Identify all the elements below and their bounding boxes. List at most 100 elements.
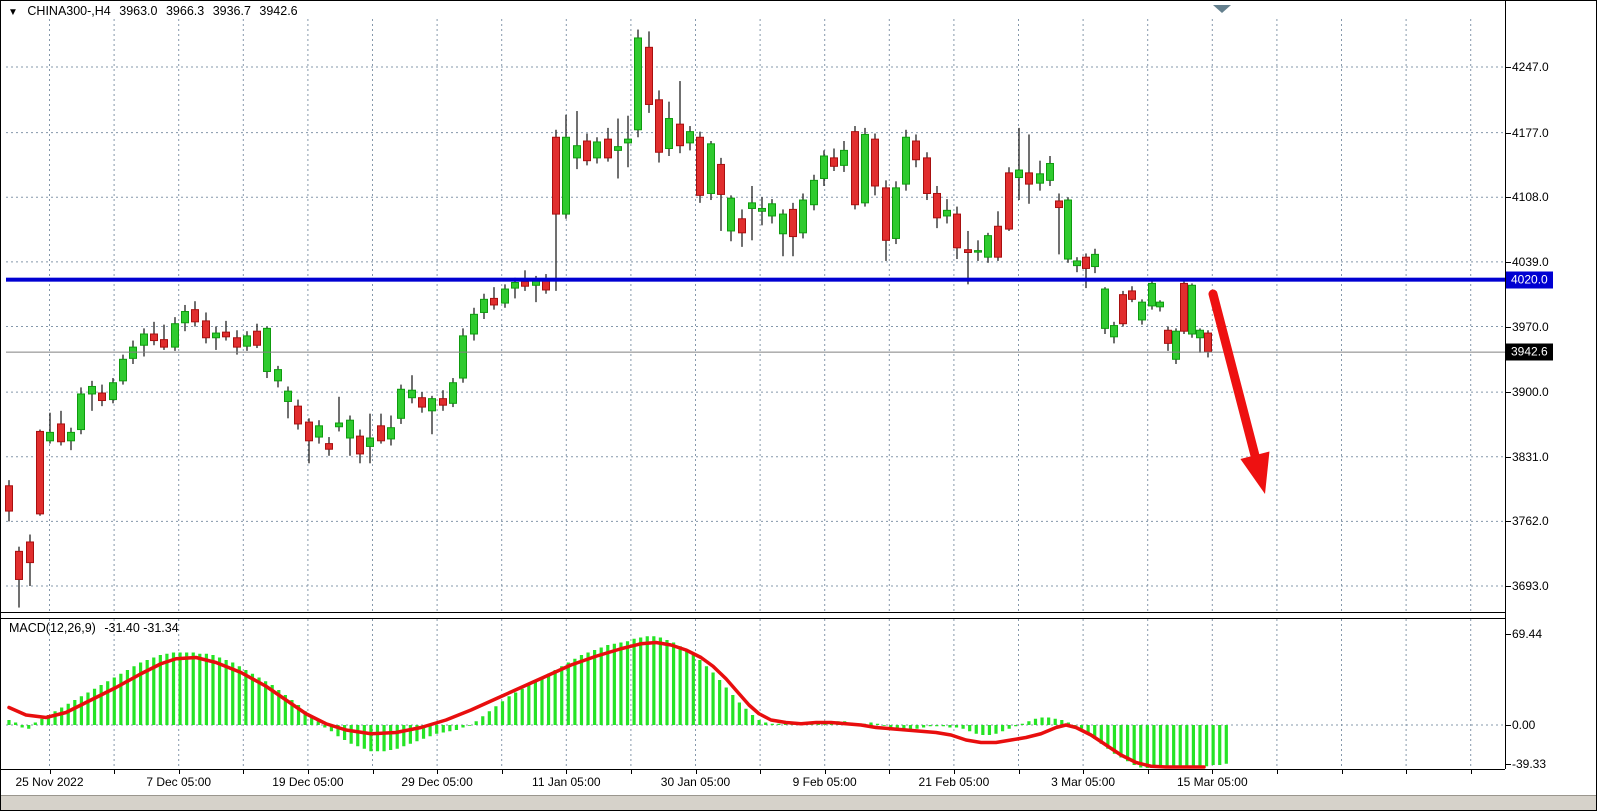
- bull-candle: [347, 420, 354, 438]
- bull-candle: [316, 426, 323, 437]
- macd-bar: [86, 693, 89, 726]
- macd-bar: [1152, 725, 1155, 768]
- macd-bar: [382, 725, 385, 751]
- bull-candle: [264, 328, 271, 371]
- bull-candle: [512, 282, 519, 288]
- macd-bar: [192, 653, 195, 726]
- bull-candle: [574, 146, 581, 158]
- macd-bar: [211, 655, 214, 725]
- macd-bar: [389, 725, 392, 750]
- macd-bar: [1165, 725, 1168, 768]
- macd-bar: [461, 725, 464, 728]
- bear-candle: [295, 406, 302, 424]
- bull-candle: [409, 390, 416, 397]
- macd-bar: [1008, 725, 1011, 729]
- bull-candle: [893, 188, 900, 239]
- macd-bar: [494, 706, 497, 725]
- bull-candle: [1173, 331, 1180, 359]
- time-tick-mark: [437, 769, 438, 774]
- bear-candle: [192, 310, 199, 322]
- time-tick-mark: [243, 769, 244, 774]
- macd-bar: [698, 660, 701, 725]
- time-axis-label: 30 Jan 05:00: [661, 775, 730, 789]
- time-tick-mark: [1342, 769, 1343, 774]
- time-axis-label: 15 Mar 05:00: [1177, 775, 1248, 789]
- bull-candle: [975, 251, 982, 253]
- bear-candle: [924, 158, 931, 194]
- macd-bar: [442, 725, 445, 733]
- symbol-period-label: CHINA300-,H4: [27, 4, 110, 18]
- bull-candle: [1197, 330, 1204, 337]
- price-tick-mark: [1505, 133, 1511, 134]
- macd-bar: [1172, 725, 1175, 768]
- bear-candle: [697, 137, 704, 195]
- price-tick-label: 3970.0: [1512, 320, 1549, 334]
- bear-candle: [27, 542, 34, 563]
- trend-arrow[interactable]: [1213, 294, 1269, 494]
- macd-bar: [975, 725, 978, 734]
- macd-bar: [73, 700, 76, 725]
- panel-separator[interactable]: [1, 612, 1505, 619]
- price-tick-label: 4108.0: [1512, 190, 1549, 204]
- bull-candle: [1037, 174, 1044, 183]
- bull-candle: [985, 236, 992, 258]
- bear-candle: [934, 193, 941, 217]
- macd-bar: [40, 719, 43, 725]
- macd-bar: [586, 653, 589, 726]
- bull-candle: [1065, 200, 1072, 259]
- price-tick-label: 3831.0: [1512, 450, 1549, 464]
- bear-candle: [357, 436, 364, 454]
- chart-shift-marker-icon[interactable]: [1213, 5, 1231, 13]
- time-tick-mark: [1471, 769, 1472, 774]
- bull-candle: [68, 432, 75, 440]
- low-value: 3936.7: [213, 4, 251, 18]
- bear-candle: [1205, 333, 1212, 352]
- time-tick-mark: [179, 769, 180, 774]
- macd-bar: [1218, 725, 1221, 765]
- bear-candle: [234, 338, 241, 347]
- macd-bar: [988, 725, 991, 735]
- macd-bar: [580, 655, 583, 725]
- macd-bar: [198, 654, 201, 725]
- bull-candle: [172, 324, 179, 347]
- macd-bar: [218, 658, 221, 726]
- macd-bar: [1205, 725, 1208, 766]
- macd-bar: [93, 689, 96, 725]
- macd-bar: [646, 636, 649, 725]
- bull-candle: [1047, 163, 1054, 180]
- bear-candle: [1056, 201, 1063, 208]
- macd-bar: [711, 673, 714, 726]
- bull-candle: [800, 200, 807, 233]
- macd-bar: [231, 663, 234, 726]
- time-axis-label: 29 Dec 05:00: [401, 775, 472, 789]
- bull-candle: [841, 150, 848, 165]
- bear-candle: [378, 426, 385, 441]
- macd-bar: [731, 695, 734, 725]
- bull-candle: [89, 386, 96, 393]
- macd-bar: [356, 725, 359, 746]
- bear-candle: [6, 486, 13, 511]
- price-tick-label: 3900.0: [1512, 385, 1549, 399]
- macd-bar: [771, 724, 774, 725]
- macd-bar: [613, 644, 616, 725]
- macd-bar: [225, 660, 228, 725]
- macd-bar: [1225, 725, 1228, 764]
- bull-candle: [429, 399, 436, 411]
- bear-candle: [605, 139, 612, 158]
- horizontal-line-4020[interactable]: [6, 278, 1505, 282]
- macd-values: -31.40 -31.34: [104, 621, 178, 635]
- price-axis-line: [1505, 1, 1506, 769]
- price-tick-mark: [1505, 586, 1511, 587]
- time-tick-mark: [760, 769, 761, 774]
- macd-bar: [1139, 725, 1142, 768]
- bear-candle: [16, 551, 23, 579]
- bear-candle: [37, 431, 44, 513]
- macd-bar: [764, 723, 767, 726]
- bear-candle: [739, 219, 746, 233]
- bull-candle: [594, 142, 601, 158]
- macd-bar: [883, 725, 886, 726]
- grid-layer: [6, 19, 1505, 768]
- time-axis-label: 3 Mar 05:00: [1051, 775, 1115, 789]
- bull-candle: [728, 198, 735, 231]
- symbol-dropdown-icon[interactable]: ▼: [8, 7, 18, 18]
